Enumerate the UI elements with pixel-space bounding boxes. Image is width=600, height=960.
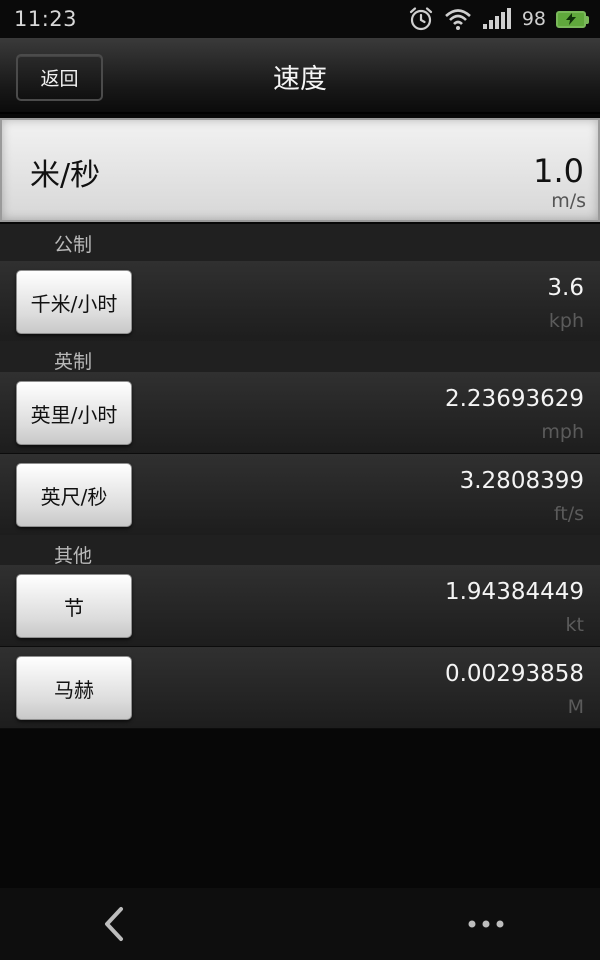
- base-unit-card[interactable]: 米/秒 1.0 m/s: [0, 118, 600, 222]
- battery-icon: [556, 10, 589, 28]
- back-button[interactable]: 返回: [16, 54, 103, 101]
- status-icons: 98: [408, 6, 589, 32]
- row-unit: ft/s: [553, 503, 584, 525]
- list-item: 千米/小时 3.6 kph: [0, 261, 600, 343]
- row-value: 2.23693629: [444, 386, 584, 412]
- chevron-left-icon[interactable]: [98, 906, 132, 942]
- section-header-metric: 公制: [0, 224, 600, 262]
- base-unit-value[interactable]: 1.0: [533, 152, 584, 190]
- row-unit: kt: [565, 614, 584, 636]
- row-value: 3.2808399: [459, 468, 584, 494]
- unit-button-mach[interactable]: 马赫: [16, 656, 132, 720]
- status-time: 11:23: [14, 7, 78, 31]
- row-unit: mph: [541, 421, 584, 443]
- status-bar: 11:23 98: [0, 0, 600, 38]
- alarm-icon: [409, 7, 432, 31]
- unit-button-knot[interactable]: 节: [16, 574, 132, 638]
- unit-button-kph[interactable]: 千米/小时: [16, 270, 132, 334]
- battery-percent: 98: [521, 8, 546, 30]
- row-value: 1.94384449: [444, 579, 584, 605]
- row-value: 3.6: [547, 275, 584, 301]
- base-unit-name: 米/秒: [30, 158, 101, 193]
- list-item: 马赫 0.00293858 M: [0, 647, 600, 729]
- screen: 11:23 98 返回 速度 米/秒 1.0 m/s 公制 千米/小时 3.6 …: [0, 0, 600, 960]
- list-item: 节 1.94384449 kt: [0, 565, 600, 647]
- unit-button-fts[interactable]: 英尺/秒: [16, 463, 132, 527]
- title-bar: 返回 速度: [0, 38, 600, 114]
- row-unit: M: [567, 696, 584, 718]
- unit-button-mph[interactable]: 英里/小时: [16, 381, 132, 445]
- wifi-icon: [444, 9, 471, 30]
- bottom-nav-bar: [0, 888, 600, 960]
- row-value: 0.00293858: [444, 661, 584, 687]
- signal-icon: [482, 8, 511, 29]
- more-icon[interactable]: [466, 913, 506, 935]
- list-item: 英尺/秒 3.2808399 ft/s: [0, 454, 600, 536]
- list-item: 英里/小时 2.23693629 mph: [0, 372, 600, 454]
- row-unit: kph: [548, 310, 584, 332]
- base-unit-symbol: m/s: [551, 190, 586, 212]
- charging-bolt-icon: [566, 13, 576, 25]
